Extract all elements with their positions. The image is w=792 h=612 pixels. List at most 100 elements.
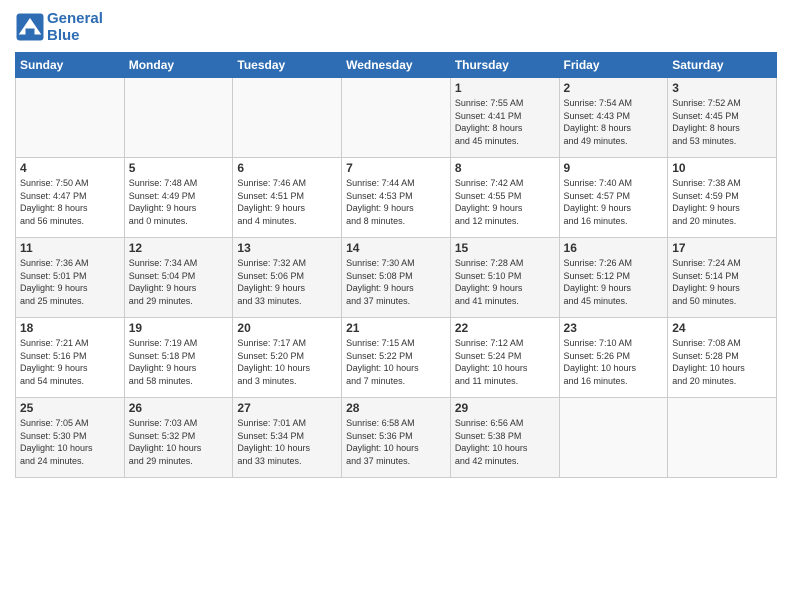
day-number: 18 xyxy=(20,321,120,335)
day-cell: 21 Sunrise: 7:15 AM Sunset: 5:22 PM Dayli… xyxy=(342,318,451,398)
day-info: Sunrise: 7:54 AM Sunset: 4:43 PM Dayligh… xyxy=(564,97,664,147)
day-cell: 7 Sunrise: 7:44 AM Sunset: 4:53 PM Daylig… xyxy=(342,158,451,238)
day-number: 3 xyxy=(672,81,772,95)
day-number: 1 xyxy=(455,81,555,95)
day-info: Sunrise: 6:56 AM Sunset: 5:38 PM Dayligh… xyxy=(455,417,555,467)
day-info: Sunrise: 7:28 AM Sunset: 5:10 PM Dayligh… xyxy=(455,257,555,307)
calendar-table: SundayMondayTuesdayWednesdayThursdayFrid… xyxy=(15,52,777,478)
header: General Blue xyxy=(15,10,777,44)
header-cell-wednesday: Wednesday xyxy=(342,53,451,78)
calendar-header: SundayMondayTuesdayWednesdayThursdayFrid… xyxy=(16,53,777,78)
page: General Blue SundayMondayTuesdayWednesda… xyxy=(0,0,792,488)
day-info: Sunrise: 7:24 AM Sunset: 5:14 PM Dayligh… xyxy=(672,257,772,307)
day-cell: 18 Sunrise: 7:21 AM Sunset: 5:16 PM Dayli… xyxy=(16,318,125,398)
day-info: Sunrise: 7:44 AM Sunset: 4:53 PM Dayligh… xyxy=(346,177,446,227)
day-info: Sunrise: 7:01 AM Sunset: 5:34 PM Dayligh… xyxy=(237,417,337,467)
day-info: Sunrise: 7:03 AM Sunset: 5:32 PM Dayligh… xyxy=(129,417,229,467)
day-cell: 9Sunrise: 7:40 AM Sunset: 4:57 PM Daylig… xyxy=(559,158,668,238)
day-info: Sunrise: 7:05 AM Sunset: 5:30 PM Dayligh… xyxy=(20,417,120,467)
logo-text: General Blue xyxy=(47,10,103,44)
day-number: 29 xyxy=(455,401,555,415)
day-cell: 5 Sunrise: 7:48 AM Sunset: 4:49 PM Daylig… xyxy=(124,158,233,238)
day-number: 2 xyxy=(564,81,664,95)
header-cell-tuesday: Tuesday xyxy=(233,53,342,78)
day-info: Sunrise: 7:50 AM Sunset: 4:47 PM Dayligh… xyxy=(20,177,120,227)
day-cell xyxy=(668,398,777,478)
week-row-4: 18 Sunrise: 7:21 AM Sunset: 5:16 PM Dayli… xyxy=(16,318,777,398)
day-info: Sunrise: 7:55 AM Sunset: 4:41 PM Dayligh… xyxy=(455,97,555,147)
day-cell: 23 Sunrise: 7:10 AM Sunset: 5:26 PM Dayli… xyxy=(559,318,668,398)
day-info: Sunrise: 7:46 AM Sunset: 4:51 PM Dayligh… xyxy=(237,177,337,227)
day-info: Sunrise: 7:40 AM Sunset: 4:57 PM Dayligh… xyxy=(564,177,664,227)
logo-icon xyxy=(15,12,45,42)
day-cell: 20 Sunrise: 7:17 AM Sunset: 5:20 PM Dayli… xyxy=(233,318,342,398)
day-number: 5 xyxy=(129,161,229,175)
day-number: 13 xyxy=(237,241,337,255)
day-number: 27 xyxy=(237,401,337,415)
day-info: Sunrise: 7:30 AM Sunset: 5:08 PM Dayligh… xyxy=(346,257,446,307)
day-number: 14 xyxy=(346,241,446,255)
week-row-3: 11Sunrise: 7:36 AM Sunset: 5:01 PM Dayli… xyxy=(16,238,777,318)
day-number: 20 xyxy=(237,321,337,335)
day-cell: 6 Sunrise: 7:46 AM Sunset: 4:51 PM Daylig… xyxy=(233,158,342,238)
header-cell-monday: Monday xyxy=(124,53,233,78)
header-cell-friday: Friday xyxy=(559,53,668,78)
day-info: Sunrise: 7:17 AM Sunset: 5:20 PM Dayligh… xyxy=(237,337,337,387)
week-row-1: 1 Sunrise: 7:55 AM Sunset: 4:41 PM Daylig… xyxy=(16,78,777,158)
day-cell: 29 Sunrise: 6:56 AM Sunset: 5:38 PM Dayli… xyxy=(450,398,559,478)
day-info: Sunrise: 7:12 AM Sunset: 5:24 PM Dayligh… xyxy=(455,337,555,387)
day-cell: 13Sunrise: 7:32 AM Sunset: 5:06 PM Dayli… xyxy=(233,238,342,318)
header-cell-sunday: Sunday xyxy=(16,53,125,78)
day-info: Sunrise: 7:52 AM Sunset: 4:45 PM Dayligh… xyxy=(672,97,772,147)
calendar-body: 1 Sunrise: 7:55 AM Sunset: 4:41 PM Daylig… xyxy=(16,78,777,478)
day-cell: 3 Sunrise: 7:52 AM Sunset: 4:45 PM Daylig… xyxy=(668,78,777,158)
day-cell xyxy=(342,78,451,158)
day-cell: 4 Sunrise: 7:50 AM Sunset: 4:47 PM Daylig… xyxy=(16,158,125,238)
day-cell xyxy=(16,78,125,158)
logo: General Blue xyxy=(15,10,103,44)
day-cell: 10Sunrise: 7:38 AM Sunset: 4:59 PM Dayli… xyxy=(668,158,777,238)
day-number: 23 xyxy=(564,321,664,335)
day-info: Sunrise: 7:08 AM Sunset: 5:28 PM Dayligh… xyxy=(672,337,772,387)
day-cell xyxy=(559,398,668,478)
header-cell-thursday: Thursday xyxy=(450,53,559,78)
day-cell: 25 Sunrise: 7:05 AM Sunset: 5:30 PM Dayli… xyxy=(16,398,125,478)
day-info: Sunrise: 7:34 AM Sunset: 5:04 PM Dayligh… xyxy=(129,257,229,307)
day-number: 19 xyxy=(129,321,229,335)
day-number: 8 xyxy=(455,161,555,175)
day-cell: 24 Sunrise: 7:08 AM Sunset: 5:28 PM Dayli… xyxy=(668,318,777,398)
day-info: Sunrise: 7:36 AM Sunset: 5:01 PM Dayligh… xyxy=(20,257,120,307)
day-info: Sunrise: 7:42 AM Sunset: 4:55 PM Dayligh… xyxy=(455,177,555,227)
day-number: 21 xyxy=(346,321,446,335)
day-info: Sunrise: 7:48 AM Sunset: 4:49 PM Dayligh… xyxy=(129,177,229,227)
day-info: Sunrise: 7:26 AM Sunset: 5:12 PM Dayligh… xyxy=(564,257,664,307)
day-cell: 17 Sunrise: 7:24 AM Sunset: 5:14 PM Dayli… xyxy=(668,238,777,318)
day-number: 12 xyxy=(129,241,229,255)
day-info: Sunrise: 7:10 AM Sunset: 5:26 PM Dayligh… xyxy=(564,337,664,387)
day-cell: 11Sunrise: 7:36 AM Sunset: 5:01 PM Dayli… xyxy=(16,238,125,318)
day-number: 15 xyxy=(455,241,555,255)
day-number: 25 xyxy=(20,401,120,415)
day-number: 16 xyxy=(564,241,664,255)
day-number: 10 xyxy=(672,161,772,175)
day-cell xyxy=(233,78,342,158)
day-info: Sunrise: 7:15 AM Sunset: 5:22 PM Dayligh… xyxy=(346,337,446,387)
day-number: 4 xyxy=(20,161,120,175)
day-cell: 22 Sunrise: 7:12 AM Sunset: 5:24 PM Dayli… xyxy=(450,318,559,398)
day-number: 22 xyxy=(455,321,555,335)
day-number: 24 xyxy=(672,321,772,335)
day-cell xyxy=(124,78,233,158)
week-row-2: 4 Sunrise: 7:50 AM Sunset: 4:47 PM Daylig… xyxy=(16,158,777,238)
week-row-5: 25 Sunrise: 7:05 AM Sunset: 5:30 PM Dayli… xyxy=(16,398,777,478)
day-cell: 15 Sunrise: 7:28 AM Sunset: 5:10 PM Dayli… xyxy=(450,238,559,318)
day-cell: 12 Sunrise: 7:34 AM Sunset: 5:04 PM Dayli… xyxy=(124,238,233,318)
day-number: 7 xyxy=(346,161,446,175)
day-number: 26 xyxy=(129,401,229,415)
day-number: 28 xyxy=(346,401,446,415)
day-info: Sunrise: 6:58 AM Sunset: 5:36 PM Dayligh… xyxy=(346,417,446,467)
day-number: 17 xyxy=(672,241,772,255)
day-cell: 14 Sunrise: 7:30 AM Sunset: 5:08 PM Dayli… xyxy=(342,238,451,318)
day-cell: 26 Sunrise: 7:03 AM Sunset: 5:32 PM Dayli… xyxy=(124,398,233,478)
day-info: Sunrise: 7:21 AM Sunset: 5:16 PM Dayligh… xyxy=(20,337,120,387)
day-number: 6 xyxy=(237,161,337,175)
